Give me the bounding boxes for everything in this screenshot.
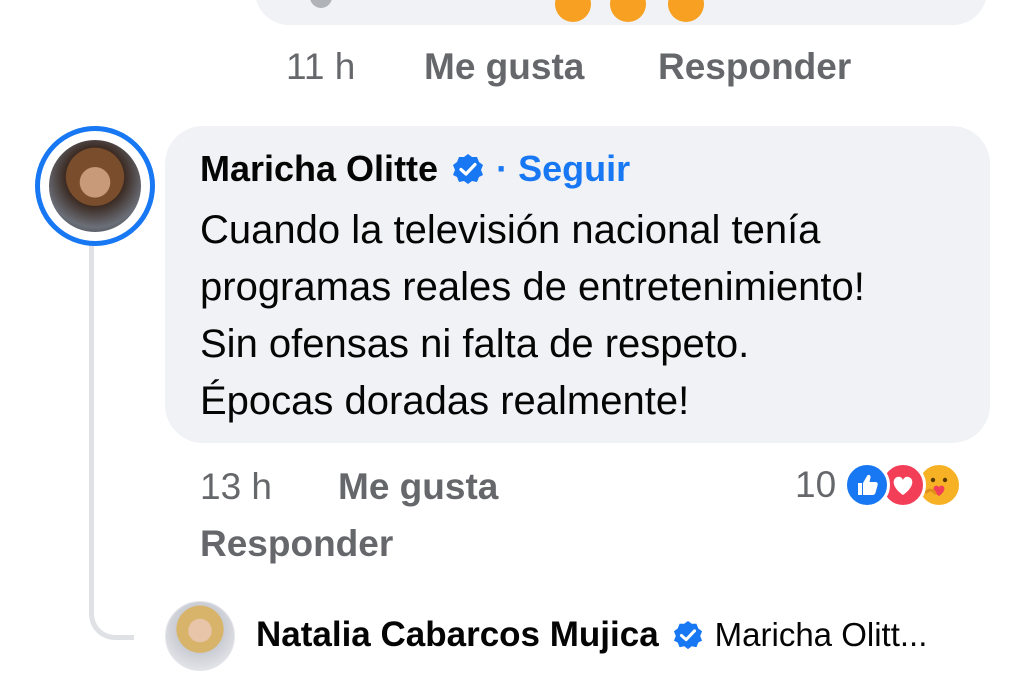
avatar-photo (49, 140, 141, 232)
comment-text: Cuando la televisión nacional tenía prog… (200, 202, 980, 430)
comment-time: 13 h (200, 466, 273, 507)
reaction-summary[interactable]: 10 (795, 462, 963, 508)
like-button[interactable]: Me gusta (338, 466, 498, 508)
comment-author-name[interactable]: Maricha Olitte (200, 148, 438, 190)
previous-comment-like-button[interactable]: Me gusta (424, 46, 584, 88)
verified-badge-icon (673, 620, 703, 650)
comment-bubble: Maricha Olitte · Seguir Cuando la televi… (165, 126, 990, 443)
reply-text-preview: Maricha Olitt... (714, 616, 928, 653)
previous-comment-time: 11 h (286, 46, 356, 87)
reply-author-avatar[interactable] (165, 601, 235, 671)
comment-text-line: programas reales de entretenimiento! (200, 265, 865, 309)
comment-text-line: Cuando la televisión nacional tenía (200, 208, 821, 252)
previous-comment-reply-button[interactable]: Responder (658, 46, 851, 88)
reaction-count: 10 (795, 464, 837, 505)
comment-header: Maricha Olitte · Seguir (200, 148, 630, 190)
like-icon (844, 462, 891, 508)
verified-badge-icon (452, 153, 484, 185)
reply-preview-row[interactable]: Natalia Cabarcos Mujica Maricha Olitt... (256, 615, 927, 655)
comment-text-line: Épocas doradas realmente! (200, 379, 690, 423)
reply-button[interactable]: Responder (200, 523, 393, 565)
reply-author-name[interactable]: Natalia Cabarcos Mujica (256, 615, 659, 655)
thread-connector-line (89, 245, 134, 640)
follow-button[interactable]: Seguir (518, 148, 630, 190)
comment-text-line: Sin ofensas ni falta de respeto. (200, 322, 750, 366)
separator-dot: · (496, 148, 509, 189)
commenter-avatar[interactable] (35, 126, 155, 246)
